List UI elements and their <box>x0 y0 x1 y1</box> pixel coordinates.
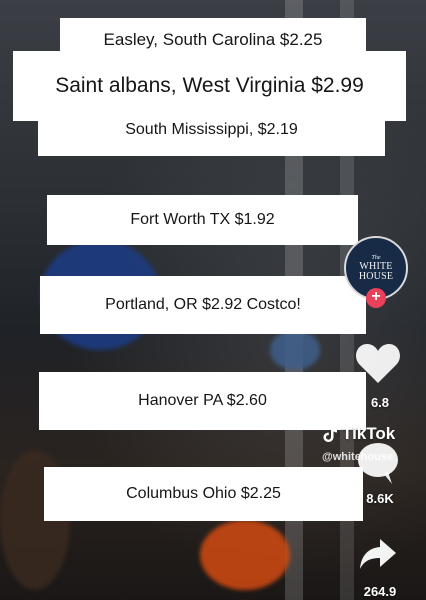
like-button[interactable] <box>352 341 404 390</box>
price-card-text: South Mississippi, $2.19 <box>125 121 298 138</box>
price-card-text: Columbus Ohio $2.25 <box>126 485 281 502</box>
follow-button[interactable]: + <box>366 288 386 308</box>
crowd-shape <box>270 330 320 370</box>
price-card: Columbus Ohio $2.25 <box>44 467 363 521</box>
avatar-text-line: WHITE <box>359 260 393 272</box>
price-card-text: Easley, South Carolina $2.25 <box>103 30 323 49</box>
comment-count: 8.6K <box>366 491 394 506</box>
share-icon <box>360 539 396 569</box>
tiktok-icon <box>323 426 337 442</box>
price-card: Fort Worth TX $1.92 <box>47 195 358 245</box>
heart-icon <box>356 344 400 383</box>
price-card-text: Portland, OR $2.92 Costco! <box>105 296 301 313</box>
like-count: 6.8 <box>370 395 390 410</box>
price-card: Portland, OR $2.92 Costco! <box>40 276 366 334</box>
price-card: Hanover PA $2.60 <box>39 372 366 430</box>
share-count: 264.9 <box>363 584 397 599</box>
comment-button[interactable] <box>352 440 404 491</box>
price-card-text: Hanover PA $2.60 <box>138 392 267 409</box>
crowd-shape <box>200 520 290 590</box>
comment-icon <box>358 443 398 484</box>
price-card-text: Saint albans, West Virginia $2.99 <box>55 74 364 97</box>
avatar-text-line: HOUSE <box>358 270 394 282</box>
price-card: South Mississippi, $2.19 <box>38 104 385 156</box>
share-button[interactable] <box>352 535 404 578</box>
price-card-text: Fort Worth TX $1.92 <box>130 211 275 228</box>
